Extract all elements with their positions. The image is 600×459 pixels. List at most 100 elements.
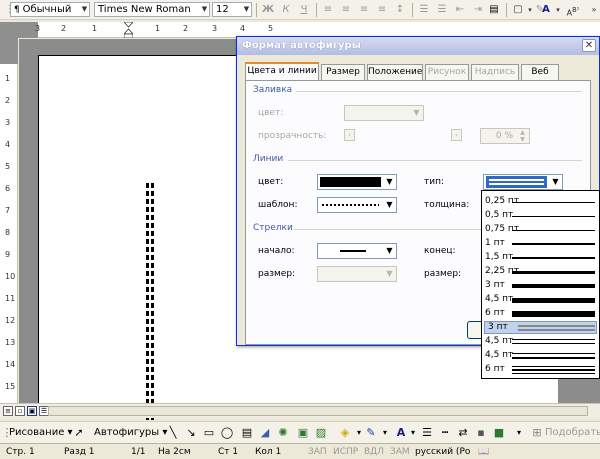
decrease-indent-icon[interactable]: ⇤ [452, 2, 468, 18]
underline-icon[interactable]: Ч [296, 2, 312, 18]
shadow-style-icon[interactable]: ▪ [474, 426, 488, 440]
status-ext[interactable]: ВДЛ [364, 447, 384, 457]
dialog-title-bar[interactable]: Формат автофигуры ✕ [237, 37, 599, 55]
line-pattern-select[interactable]: ▼ [317, 197, 397, 213]
ruler-left-margin [0, 22, 38, 38]
oval-tool-icon[interactable]: ◯ [220, 426, 234, 440]
line-style-option[interactable]: 4,5 пт [482, 293, 599, 306]
bold-icon[interactable]: Ж [260, 2, 276, 18]
line-spacing-icon[interactable]: ↕ [392, 2, 408, 18]
numbering-icon[interactable]: ☰ [416, 2, 432, 18]
ruler-number: 6 [5, 184, 11, 193]
draw-menu[interactable]: Рисование ▾ [9, 427, 73, 438]
font-combo[interactable]: Times New Roman ▼ [94, 2, 210, 17]
3d-style-icon[interactable]: ■ [492, 426, 506, 440]
ruler-number: 15 [5, 382, 16, 391]
horizontal-scrollbar[interactable]: ≡ ▫ ▣ ☰ [0, 403, 600, 418]
line-style-label: 4,5 пт [485, 294, 514, 304]
scrollbar-thumb[interactable] [48, 406, 588, 416]
justify-icon[interactable]: ≡ [374, 2, 390, 18]
chevron-down-icon[interactable]: ▾ [406, 426, 420, 440]
grow-font-icon[interactable]: AB¹ [562, 2, 584, 18]
chevron-down-icon[interactable]: ▾ [378, 426, 392, 440]
line-style-preview [512, 284, 595, 288]
line-style-option[interactable]: 6 пт [482, 307, 599, 320]
text-box-icon[interactable]: ▤ [240, 426, 254, 440]
wordart-icon[interactable]: ◢ [258, 426, 272, 440]
autoshapes-menu[interactable]: Автофигуры ▾ [94, 427, 167, 438]
tab-size[interactable]: Размер [321, 64, 365, 80]
toolbar-options-icon[interactable]: » [586, 2, 600, 18]
line-style-label: 1,5 пт [485, 252, 514, 262]
line-style-option[interactable]: 4,5 пт [482, 335, 599, 348]
line-style-option[interactable]: 6 пт [482, 363, 599, 376]
line-style-dropdown: 0,25 пт 0,5 пт 0,75 пт 1 пт 1,5 пт 2,25 пт 3 п… [481, 190, 600, 379]
chevron-down-icon: ▼ [386, 177, 393, 186]
line-style-option[interactable]: 3 пт [482, 321, 599, 334]
line-style-option[interactable]: 1 пт [482, 237, 599, 250]
status-rec[interactable]: ЗАП [308, 447, 327, 457]
fill-color-select: ▼ [344, 105, 424, 121]
line-style-label: 1 пт [485, 238, 505, 248]
font-size-combo[interactable]: 12 ▼ [212, 2, 252, 17]
chevron-down-icon: ▼ [413, 108, 420, 117]
rectangle-tool-icon[interactable]: ▭ [202, 426, 216, 440]
line-style-preview [512, 271, 595, 274]
arrow-style-icon[interactable]: ⇄ [456, 426, 470, 440]
diagram-icon[interactable]: ✺ [276, 426, 290, 440]
ruler-top-margin [0, 38, 18, 64]
line-type-select[interactable]: ▼ [483, 174, 563, 190]
picture-icon[interactable]: ▨ [314, 426, 328, 440]
line-style-option[interactable]: 0,25 пт [482, 195, 599, 208]
dash-style-icon[interactable]: ┅ [438, 426, 452, 440]
fill-color-icon[interactable]: ◈ [338, 426, 352, 440]
tab-web[interactable]: Веб [521, 64, 559, 80]
align-left-icon[interactable]: ≡ [320, 2, 336, 18]
align-right-icon[interactable]: ≡ [356, 2, 372, 18]
line-style-label: 6 пт [485, 308, 505, 318]
line-style-option[interactable]: 0,5 пт [482, 209, 599, 222]
line-style-option[interactable]: 1,5 пт [482, 251, 599, 264]
line-style-icon[interactable]: ▤ [486, 2, 502, 18]
select-objects-icon[interactable]: ➚ [72, 426, 86, 440]
print-view-icon[interactable]: ▣ [27, 406, 37, 416]
close-icon[interactable]: ✕ [582, 39, 596, 52]
bullets-icon[interactable]: ☰ [434, 2, 450, 18]
indent-marker-icon[interactable] [124, 22, 133, 38]
line-style-option[interactable]: 4,5 пт [482, 349, 599, 362]
line-style-preview [512, 339, 595, 340]
italic-icon[interactable]: К [278, 2, 294, 18]
web-view-icon[interactable]: ▫ [15, 406, 25, 416]
line-style-option[interactable]: 2,25 пт [482, 265, 599, 278]
line-style-option[interactable]: 3 пт [482, 279, 599, 292]
line-style-preview [512, 369, 595, 371]
style-combo[interactable]: ¶ Обычный ▼ [10, 2, 90, 17]
increase-indent-icon[interactable]: ⇥ [470, 2, 486, 18]
double-line-preview [489, 183, 544, 185]
chevron-down-icon: ▼ [81, 5, 88, 13]
normal-view-icon[interactable]: ≡ [3, 406, 13, 416]
line-color-select[interactable]: ▼ [317, 174, 397, 190]
tab-colors-lines[interactable]: Цвета и линии [245, 62, 319, 81]
line-style-option[interactable]: 0,75 пт [482, 223, 599, 236]
spelling-status-icon[interactable]: 📖 [478, 447, 489, 457]
line-style-icon[interactable]: ☰ [420, 426, 434, 440]
line-color-icon[interactable]: ✎ [364, 426, 378, 440]
line-style-label: 0,25 пт [485, 196, 520, 206]
status-trk[interactable]: ИСПР [333, 447, 358, 457]
arrow-tool-icon[interactable]: ↘ [184, 426, 198, 440]
line-tool-icon[interactable]: ╲ [166, 426, 180, 440]
status-ovr[interactable]: ЗАМ [390, 447, 410, 457]
divider [296, 91, 582, 92]
ruler-number: 14 [5, 360, 16, 369]
line-style-preview [512, 298, 595, 303]
align-center-icon[interactable]: ≡ [338, 2, 354, 18]
status-language: русский (Ро [415, 447, 471, 457]
chevron-left-icon: ‹ [344, 129, 355, 141]
arrows-section-title: Стрелки [253, 223, 293, 233]
arrow-begin-select[interactable]: ▼ [317, 243, 397, 259]
clip-art-icon[interactable]: ▣ [296, 426, 310, 440]
chevron-right-icon: › [451, 129, 462, 141]
tab-position[interactable]: Положение [367, 64, 423, 80]
toolbar-options-icon[interactable]: ▾ [512, 426, 526, 440]
